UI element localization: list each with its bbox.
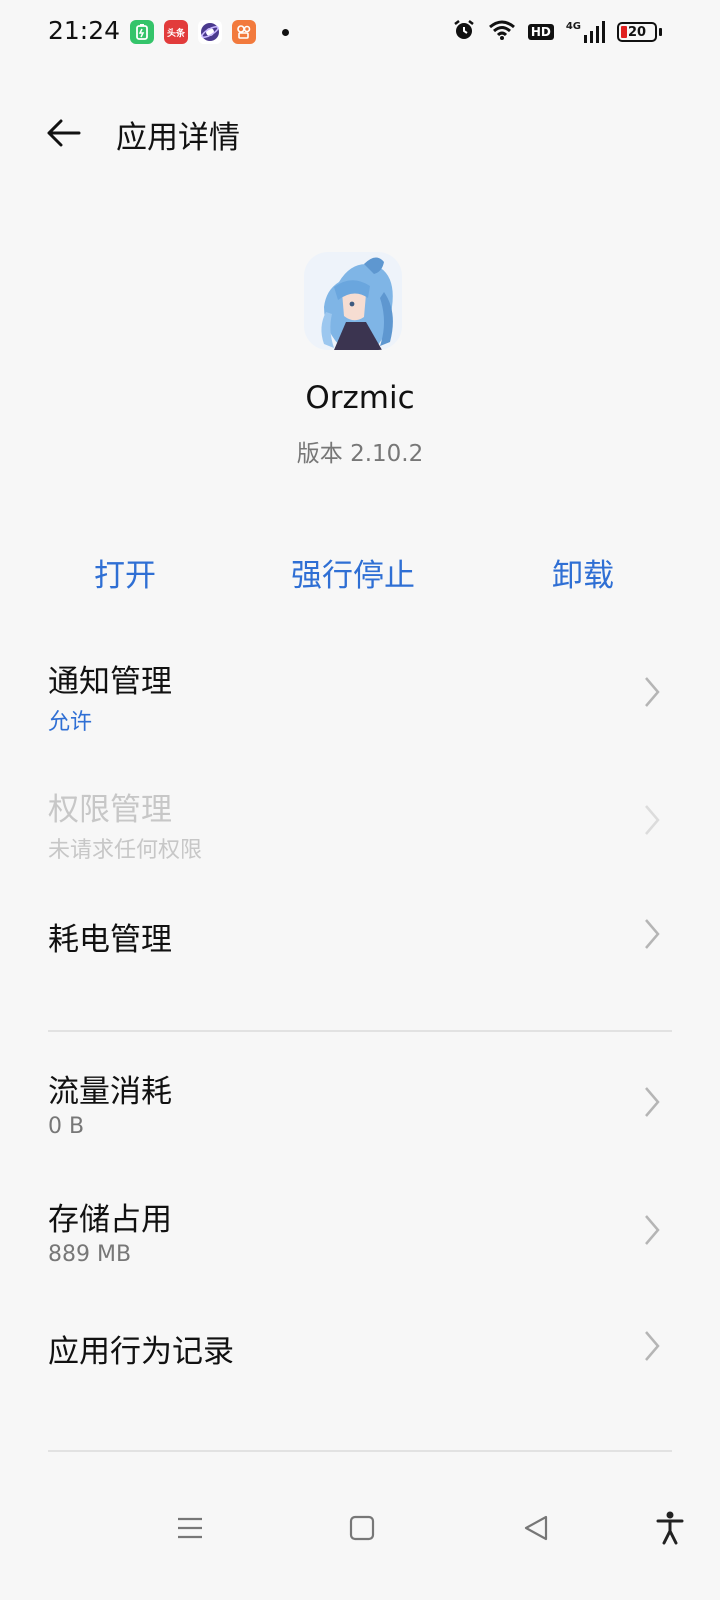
storage-usage-row[interactable]: 存储占用 889 MB	[0, 1178, 720, 1288]
network-type-label: 4G	[565, 21, 581, 32]
row-title: 通知管理	[48, 664, 172, 700]
chevron-right-icon	[645, 1215, 660, 1245]
app-actions: 打开 强行停止 卸载	[0, 550, 720, 610]
system-icons: HD 4G 20	[440, 18, 662, 46]
data-usage-row[interactable]: 流量消耗 0 B	[0, 1050, 720, 1160]
cellular-signal-icon: 4G	[566, 21, 605, 43]
power-management-row[interactable]: 耗电管理	[0, 896, 720, 976]
battery-fill	[621, 26, 627, 38]
toutiao-icon: 头条	[164, 20, 188, 44]
open-button[interactable]: 打开	[94, 550, 156, 595]
uninstall-button[interactable]: 卸载	[552, 550, 614, 595]
app-icon	[304, 252, 402, 350]
battery-level: 20	[627, 24, 647, 40]
status-bar: 21:24 头条 HD 4G 20	[0, 0, 720, 66]
section-divider	[48, 1450, 672, 1452]
app-behavior-record-row[interactable]: 应用行为记录	[0, 1308, 720, 1388]
accessibility-icon	[656, 1511, 684, 1545]
nav-back-button[interactable]	[506, 1508, 566, 1548]
app-name: Orzmic	[305, 380, 415, 416]
wifi-icon	[488, 19, 516, 45]
notification-management-row[interactable]: 通知管理 允许	[0, 640, 720, 750]
toutiao-icon-label: 头条	[166, 28, 185, 39]
row-title: 耗电管理	[48, 922, 172, 958]
home-icon	[349, 1515, 375, 1541]
status-time: 21:24	[48, 16, 121, 45]
chevron-right-icon	[645, 1087, 660, 1117]
row-title: 存储占用	[48, 1202, 172, 1238]
battery-tip	[659, 28, 662, 36]
section-divider	[48, 1030, 672, 1032]
hd-voice-icon: HD	[527, 24, 554, 40]
chevron-right-icon	[645, 1331, 660, 1361]
row-title: 权限管理	[48, 792, 172, 828]
battery-icon: 20	[617, 22, 662, 42]
app-bar: 应用详情	[0, 100, 720, 164]
row-title: 应用行为记录	[48, 1334, 234, 1370]
page-title: 应用详情	[116, 120, 240, 156]
kuaishou-icon	[232, 20, 256, 44]
home-button[interactable]	[332, 1508, 392, 1548]
accessibility-button[interactable]	[640, 1508, 700, 1548]
chevron-right-icon	[645, 805, 660, 835]
battery-saver-icon	[130, 20, 154, 44]
chevron-right-icon	[645, 919, 660, 949]
permission-management-row: 权限管理 未请求任何权限	[0, 768, 720, 878]
alarm-icon	[452, 18, 476, 46]
arrow-left-icon	[47, 119, 81, 147]
force-stop-button[interactable]: 强行停止	[291, 550, 415, 595]
row-subtitle: 未请求任何权限	[48, 838, 203, 863]
recent-apps-button[interactable]	[160, 1508, 220, 1548]
navigation-bar	[0, 1488, 720, 1568]
row-title: 流量消耗	[48, 1074, 172, 1110]
browser-icon	[198, 20, 222, 44]
menu-icon	[178, 1517, 202, 1539]
battery-body: 20	[617, 22, 657, 42]
row-subtitle: 0 B	[48, 1114, 85, 1139]
chevron-right-icon	[645, 677, 660, 707]
back-icon	[524, 1515, 548, 1541]
row-subtitle: 889 MB	[48, 1242, 132, 1267]
more-notifications-dot	[282, 28, 289, 36]
app-version: 版本 2.10.2	[296, 441, 424, 467]
notification-icons: 头条	[130, 20, 289, 44]
row-subtitle: 允许	[48, 710, 93, 735]
back-button[interactable]	[40, 110, 86, 156]
